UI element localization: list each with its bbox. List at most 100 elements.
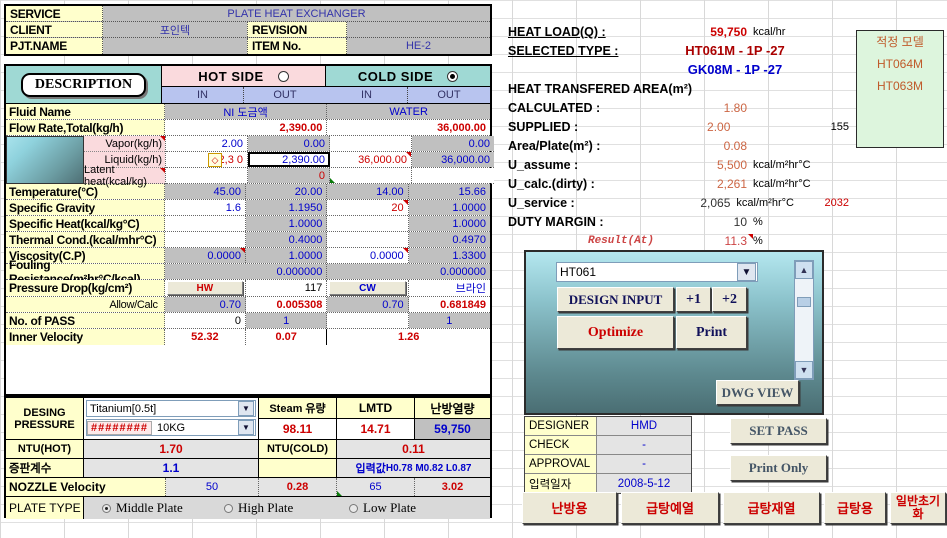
pressure-drop-cold-out[interactable]: 브라인 <box>408 280 490 296</box>
chevron-down-icon[interactable]: ▼ <box>238 401 254 416</box>
vertical-scrollbar[interactable]: ▲ ▼ <box>794 260 814 380</box>
liquid-hot-in[interactable]: 2,3 0 ◇ <box>166 152 248 167</box>
ntu-cold-value[interactable]: 0.11 <box>337 440 490 458</box>
temperature-hot-in[interactable]: 45.00 <box>164 184 246 199</box>
pass-hot-out[interactable]: 1 <box>246 313 328 328</box>
latent-hot-out[interactable]: 0 <box>248 168 330 183</box>
temperature-cold-in[interactable]: 14.00 <box>327 184 409 199</box>
flow-rate-cold-value[interactable]: 36,000.00 <box>327 120 490 135</box>
optimize-button[interactable]: Optimize <box>557 316 674 349</box>
plate-type-low[interactable]: Low Plate <box>349 500 416 516</box>
vapor-hot-out[interactable]: 0.00 <box>248 136 330 151</box>
visc-hot-out[interactable]: 1.0000 <box>246 248 328 263</box>
sh-cold-in[interactable] <box>327 216 409 231</box>
nozzle-value-2[interactable]: 0.28 <box>259 478 337 496</box>
sg-hot-out[interactable]: 1.1950 <box>246 200 328 215</box>
itemno-value[interactable]: HE-2 <box>347 38 490 54</box>
radio-icon[interactable] <box>349 503 358 513</box>
dwg-view-button[interactable]: DWG VIEW <box>716 380 799 405</box>
calc-cold[interactable]: 0.681849 <box>408 297 490 312</box>
tc-cold-in[interactable] <box>327 232 409 247</box>
scroll-down-icon[interactable]: ▼ <box>795 361 813 379</box>
warning-icon[interactable]: ◇ <box>208 153 222 167</box>
hot-side-header[interactable]: HOT SIDE <box>162 66 326 86</box>
exchanger-type-select[interactable]: HT061 ▼ <box>556 262 758 282</box>
fouling-hot-value[interactable]: 0.000000 <box>164 264 328 279</box>
approval-value[interactable]: - <box>597 455 691 473</box>
liquid-cold-in[interactable]: 36,000.00 <box>330 152 412 167</box>
sh-hot-in[interactable] <box>164 216 246 231</box>
hotwater-preheat-button[interactable]: 급탕예열 <box>621 492 719 524</box>
plate-type-middle[interactable]: Middle Plate <box>84 500 224 516</box>
pressure-drop-hot-out[interactable]: 117 <box>246 280 328 296</box>
nozzle-value-1[interactable]: 50 <box>166 478 259 496</box>
sg-cold-out[interactable]: 1.0000 <box>408 200 490 215</box>
duty-margin-value[interactable]: 10 <box>658 215 753 229</box>
visc-cold-out[interactable]: 1.3300 <box>408 248 490 263</box>
inner-velocity-cold[interactable]: 1.26 <box>327 329 490 345</box>
calc-hot[interactable]: 0.005308 <box>246 297 328 312</box>
vapor-hot-in[interactable]: 2.00 <box>166 136 248 151</box>
vapor-cold-in[interactable] <box>330 136 412 151</box>
pass-cold-in[interactable] <box>327 313 409 328</box>
service-value[interactable]: PLATE HEAT EXCHANGER <box>103 6 490 21</box>
flow-rate-hot-value[interactable]: 2,390.00 <box>164 120 328 135</box>
allow-hot[interactable]: 0.70 <box>164 297 247 312</box>
lmtd-value[interactable]: 14.71 <box>337 419 414 439</box>
plate-coefficient-value[interactable]: 1.1 <box>84 459 259 477</box>
pass-cold-out[interactable]: 1 <box>408 313 490 328</box>
inner-velocity-hot-out[interactable]: 0.07 <box>246 329 328 345</box>
latent-cold-out[interactable] <box>412 168 494 183</box>
nozzle-value-3[interactable]: 65 <box>337 478 415 496</box>
client-value[interactable]: 포인텍 <box>103 22 247 37</box>
inner-velocity-hot-in[interactable]: 52.32 <box>164 329 247 345</box>
vapor-cold-out[interactable]: 0.00 <box>412 136 494 151</box>
print-button[interactable]: Print <box>676 316 747 349</box>
check-value[interactable]: - <box>597 436 691 454</box>
cw-button[interactable]: CW <box>329 281 406 295</box>
tc-hot-in[interactable] <box>164 232 246 247</box>
tc-hot-out[interactable]: 0.4000 <box>246 232 328 247</box>
liquid-cold-out[interactable]: 36,000.00 <box>412 152 494 167</box>
heating-load-value[interactable]: 59,750 <box>415 419 490 439</box>
latent-cold-in[interactable] <box>330 168 412 183</box>
ntu-hot-value[interactable]: 1.70 <box>84 440 259 458</box>
input-date-value[interactable]: 2008-5-12 <box>597 474 691 493</box>
latent-hot-in[interactable] <box>166 168 248 183</box>
visc-hot-in[interactable]: 0.0000 <box>164 248 246 263</box>
temperature-hot-out[interactable]: 20.00 <box>246 184 328 199</box>
hw-button[interactable]: HW <box>166 281 243 295</box>
chevron-down-icon[interactable]: ▼ <box>238 420 254 435</box>
hot-side-radio-icon[interactable] <box>277 70 289 82</box>
plus-one-button[interactable]: +1 <box>676 287 711 312</box>
password-field[interactable]: ######## <box>87 420 152 435</box>
heating-button[interactable]: 난방용 <box>522 492 617 524</box>
radio-icon[interactable] <box>224 503 233 513</box>
material-select[interactable]: Titanium[0.5t] ▼ <box>86 400 256 417</box>
suggested-model-1[interactable]: HT064M <box>857 53 943 75</box>
plus-two-button[interactable]: +2 <box>712 287 747 312</box>
tc-cold-out[interactable]: 0.4970 <box>408 232 490 247</box>
nozzle-value-4[interactable]: 3.02 <box>415 478 490 496</box>
allow-cold[interactable]: 0.70 <box>327 297 409 312</box>
steam-value[interactable]: 98.11 <box>259 419 336 439</box>
cold-side-header[interactable]: COLD SIDE <box>326 66 490 86</box>
liquid-hot-out[interactable]: 2,390.00 <box>248 152 330 167</box>
sh-hot-out[interactable]: 1.0000 <box>246 216 328 231</box>
pressure-select-value[interactable]: 10KG <box>152 422 238 434</box>
revision-value[interactable] <box>347 22 490 37</box>
fluid-name-hot-value[interactable]: NI 도금액 <box>164 104 328 119</box>
fouling-cold-value[interactable]: 0.000000 <box>327 264 490 279</box>
general-reset-button[interactable]: 일반초기화 <box>890 492 946 524</box>
plate-type-high[interactable]: High Plate <box>224 500 349 516</box>
fluid-name-cold-value[interactable]: WATER <box>327 104 490 119</box>
suggested-model-2[interactable]: HT063M <box>857 75 943 97</box>
pass-hot-in[interactable]: 0 <box>164 313 247 328</box>
radio-icon[interactable] <box>102 503 111 513</box>
print-only-button[interactable]: Print Only <box>730 455 827 481</box>
temperature-cold-out[interactable]: 15.66 <box>408 184 490 199</box>
sg-hot-in[interactable]: 1.6 <box>164 200 246 215</box>
sg-cold-in[interactable]: 20 <box>327 200 409 215</box>
pjtname-value[interactable] <box>103 38 247 54</box>
hotwater-reheat-button[interactable]: 급탕재열 <box>723 492 820 524</box>
